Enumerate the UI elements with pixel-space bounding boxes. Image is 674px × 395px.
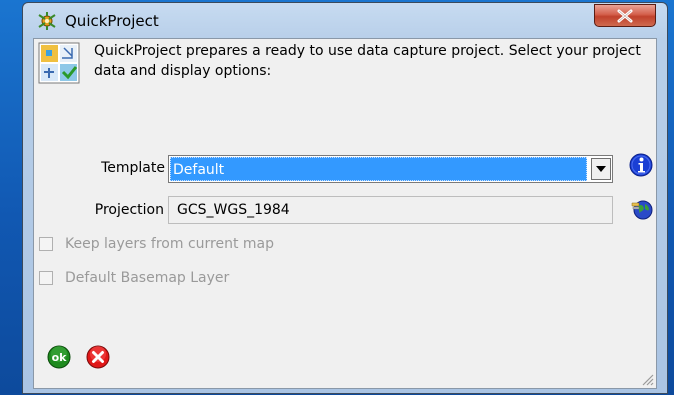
window-title: QuickProject xyxy=(65,12,159,30)
ok-label: ok xyxy=(52,351,68,364)
projection-field[interactable]: GCS_WGS_1984 xyxy=(168,196,613,224)
close-icon xyxy=(617,9,633,23)
quickproject-dialog: QuickProject QuickProject prepares a rea… xyxy=(22,2,668,394)
info-icon[interactable] xyxy=(629,153,653,177)
resize-grip-icon[interactable] xyxy=(640,372,654,386)
quickproject-app-icon xyxy=(38,12,56,30)
basemap-label: Default Basemap Layer xyxy=(65,270,230,286)
description-text: QuickProject prepares a ready to use dat… xyxy=(94,43,641,79)
projection-label: Projection xyxy=(94,202,164,218)
template-dropdown-button[interactable] xyxy=(591,158,611,180)
cancel-button[interactable] xyxy=(86,345,110,369)
ok-button[interactable]: ok xyxy=(47,345,71,369)
template-selected-value: Default xyxy=(170,157,587,181)
globe-icon[interactable] xyxy=(630,197,654,221)
keep-layers-label: Keep layers from current map xyxy=(65,236,275,252)
chevron-down-icon xyxy=(596,166,606,172)
template-dropdown[interactable]: Default xyxy=(168,155,613,183)
dialog-content: QuickProject prepares a ready to use dat… xyxy=(33,38,657,389)
keep-layers-checkbox[interactable] xyxy=(39,237,53,251)
template-label: Template xyxy=(101,160,165,176)
close-button[interactable] xyxy=(594,4,656,27)
map-grid-check-icon xyxy=(38,42,80,84)
title-bar[interactable]: QuickProject xyxy=(23,3,667,37)
basemap-checkbox[interactable] xyxy=(39,271,53,285)
